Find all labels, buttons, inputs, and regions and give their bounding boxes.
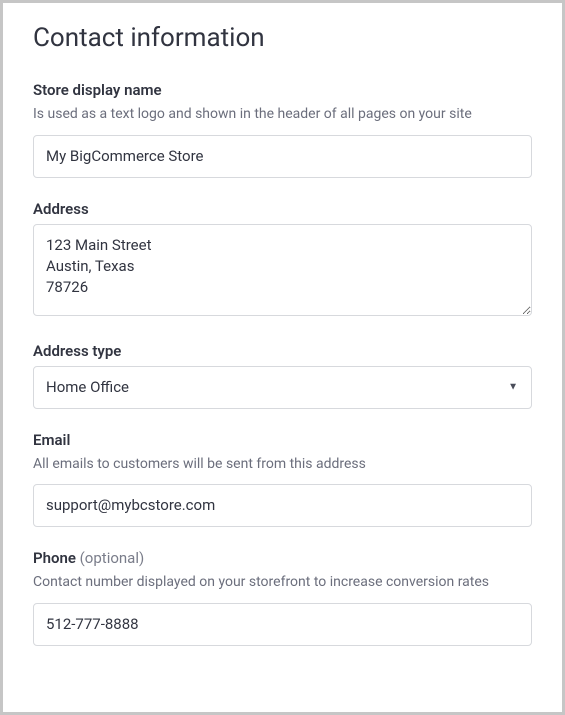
store-name-label: Store display name — [33, 81, 532, 99]
phone-label-text: Phone — [33, 549, 76, 567]
email-group: Email All emails to customers will be se… — [33, 431, 532, 528]
phone-optional-text: (optional) — [80, 549, 145, 567]
address-type-group: Address type Home Office ▼ — [33, 342, 532, 409]
store-name-group: Store display name Is used as a text log… — [33, 81, 532, 178]
address-group: Address — [33, 200, 532, 320]
phone-label: Phone (optional) — [33, 549, 532, 567]
phone-description: Contact number displayed on your storefr… — [33, 573, 532, 593]
phone-group: Phone (optional) Contact number displaye… — [33, 549, 532, 646]
address-textarea[interactable] — [33, 224, 532, 316]
email-label: Email — [33, 431, 532, 449]
address-type-label: Address type — [33, 342, 532, 360]
address-type-select[interactable]: Home Office — [33, 366, 532, 409]
page-title: Contact information — [33, 23, 532, 53]
address-type-select-wrapper: Home Office ▼ — [33, 366, 532, 409]
email-input[interactable] — [33, 484, 532, 527]
email-description: All emails to customers will be sent fro… — [33, 455, 532, 475]
address-label: Address — [33, 200, 532, 218]
store-name-input[interactable] — [33, 135, 532, 178]
phone-input[interactable] — [33, 603, 532, 646]
store-name-description: Is used as a text logo and shown in the … — [33, 105, 532, 125]
